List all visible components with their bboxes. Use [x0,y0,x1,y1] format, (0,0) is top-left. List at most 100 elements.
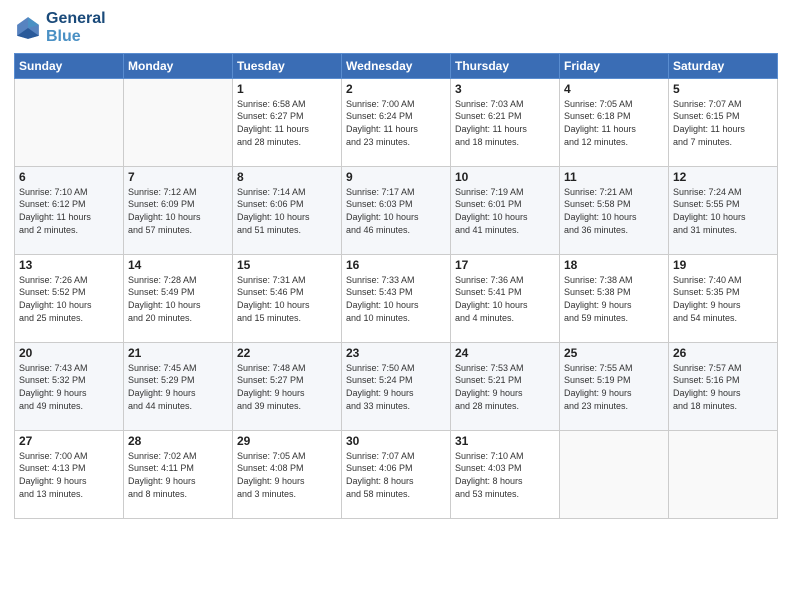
day-number: 4 [564,82,664,96]
day-number: 7 [128,170,228,184]
weekday-header-saturday: Saturday [669,53,778,78]
day-number: 27 [19,434,119,448]
day-info: Sunrise: 7:05 AM Sunset: 4:08 PM Dayligh… [237,450,337,500]
day-info: Sunrise: 7:50 AM Sunset: 5:24 PM Dayligh… [346,362,446,412]
calendar-cell [124,78,233,166]
calendar-cell: 21Sunrise: 7:45 AM Sunset: 5:29 PM Dayli… [124,342,233,430]
day-number: 6 [19,170,119,184]
day-info: Sunrise: 7:45 AM Sunset: 5:29 PM Dayligh… [128,362,228,412]
day-number: 26 [673,346,773,360]
day-info: Sunrise: 7:24 AM Sunset: 5:55 PM Dayligh… [673,186,773,236]
day-number: 1 [237,82,337,96]
calendar-cell: 7 Sunrise: 7:12 AM Sunset: 6:09 PM Daylig… [124,166,233,254]
day-info: Sunrise: 7:00 AM Sunset: 6:24 PM Dayligh… [346,98,446,148]
calendar-cell: 18Sunrise: 7:38 AM Sunset: 5:38 PM Dayli… [560,254,669,342]
calendar-cell [15,78,124,166]
day-number: 14 [128,258,228,272]
calendar-cell: 14 Sunrise: 7:28 AM Sunset: 5:49 PM Dayli… [124,254,233,342]
day-number: 24 [455,346,555,360]
day-info: Sunrise: 7:05 AM Sunset: 6:18 PM Dayligh… [564,98,664,148]
day-number: 16 [346,258,446,272]
calendar-cell: 17 Sunrise: 7:36 AM Sunset: 5:41 PM Dayli… [451,254,560,342]
day-info: Sunrise: 7:26 AM Sunset: 5:52 PM Dayligh… [19,274,119,324]
day-info: Sunrise: 7:48 AM Sunset: 5:27 PM Dayligh… [237,362,337,412]
day-number: 12 [673,170,773,184]
day-info: Sunrise: 7:55 AM Sunset: 5:19 PM Dayligh… [564,362,664,412]
day-number: 25 [564,346,664,360]
day-info: Sunrise: 7:03 AM Sunset: 6:21 PM Dayligh… [455,98,555,148]
day-number: 13 [19,258,119,272]
day-number: 5 [673,82,773,96]
day-info: Sunrise: 7:21 AM Sunset: 5:58 PM Dayligh… [564,186,664,236]
logo-icon [14,14,42,42]
day-number: 30 [346,434,446,448]
day-info: Sunrise: 7:10 AM Sunset: 6:12 PM Dayligh… [19,186,119,236]
day-info: Sunrise: 7:07 AM Sunset: 4:06 PM Dayligh… [346,450,446,500]
calendar-cell: 26 Sunrise: 7:57 AM Sunset: 5:16 PM Dayli… [669,342,778,430]
day-info: Sunrise: 7:14 AM Sunset: 6:06 PM Dayligh… [237,186,337,236]
calendar-cell: 2 Sunrise: 7:00 AM Sunset: 6:24 PM Daylig… [342,78,451,166]
day-info: Sunrise: 7:17 AM Sunset: 6:03 PM Dayligh… [346,186,446,236]
calendar-cell: 22 Sunrise: 7:48 AM Sunset: 5:27 PM Dayli… [233,342,342,430]
calendar-cell: 5Sunrise: 7:07 AM Sunset: 6:15 PM Daylig… [669,78,778,166]
weekday-header-tuesday: Tuesday [233,53,342,78]
calendar-week-1: 1Sunrise: 6:58 AM Sunset: 6:27 PM Daylig… [15,78,778,166]
header: General Blue [14,10,778,47]
calendar-cell [560,430,669,518]
day-number: 10 [455,170,555,184]
calendar-cell: 11Sunrise: 7:21 AM Sunset: 5:58 PM Dayli… [560,166,669,254]
logo-text: General Blue [46,10,106,47]
day-number: 15 [237,258,337,272]
day-info: Sunrise: 7:00 AM Sunset: 4:13 PM Dayligh… [19,450,119,500]
day-number: 2 [346,82,446,96]
day-info: Sunrise: 7:57 AM Sunset: 5:16 PM Dayligh… [673,362,773,412]
day-info: Sunrise: 7:36 AM Sunset: 5:41 PM Dayligh… [455,274,555,324]
day-number: 31 [455,434,555,448]
day-number: 20 [19,346,119,360]
calendar-cell: 10 Sunrise: 7:19 AM Sunset: 6:01 PM Dayli… [451,166,560,254]
calendar-cell: 3 Sunrise: 7:03 AM Sunset: 6:21 PM Daylig… [451,78,560,166]
logo: General Blue [14,10,106,47]
calendar-week-4: 20 Sunrise: 7:43 AM Sunset: 5:32 PM Dayli… [15,342,778,430]
calendar-cell: 23 Sunrise: 7:50 AM Sunset: 5:24 PM Dayli… [342,342,451,430]
calendar-cell: 13 Sunrise: 7:26 AM Sunset: 5:52 PM Dayli… [15,254,124,342]
day-info: Sunrise: 7:19 AM Sunset: 6:01 PM Dayligh… [455,186,555,236]
calendar-cell: 12 Sunrise: 7:24 AM Sunset: 5:55 PM Dayli… [669,166,778,254]
calendar-week-3: 13 Sunrise: 7:26 AM Sunset: 5:52 PM Dayli… [15,254,778,342]
calendar-cell: 6 Sunrise: 7:10 AM Sunset: 6:12 PM Daylig… [15,166,124,254]
day-info: Sunrise: 7:33 AM Sunset: 5:43 PM Dayligh… [346,274,446,324]
calendar-cell: 25 Sunrise: 7:55 AM Sunset: 5:19 PM Dayli… [560,342,669,430]
day-info: Sunrise: 7:12 AM Sunset: 6:09 PM Dayligh… [128,186,228,236]
calendar-cell: 9 Sunrise: 7:17 AM Sunset: 6:03 PM Daylig… [342,166,451,254]
calendar-cell: 19Sunrise: 7:40 AM Sunset: 5:35 PM Dayli… [669,254,778,342]
weekday-header-sunday: Sunday [15,53,124,78]
day-number: 28 [128,434,228,448]
calendar-cell [669,430,778,518]
day-info: Sunrise: 7:28 AM Sunset: 5:49 PM Dayligh… [128,274,228,324]
calendar-cell: 29 Sunrise: 7:05 AM Sunset: 4:08 PM Dayli… [233,430,342,518]
day-number: 29 [237,434,337,448]
day-info: Sunrise: 7:02 AM Sunset: 4:11 PM Dayligh… [128,450,228,500]
day-number: 23 [346,346,446,360]
day-info: Sunrise: 7:31 AM Sunset: 5:46 PM Dayligh… [237,274,337,324]
day-number: 9 [346,170,446,184]
calendar-cell: 4 Sunrise: 7:05 AM Sunset: 6:18 PM Daylig… [560,78,669,166]
calendar-cell: 27 Sunrise: 7:00 AM Sunset: 4:13 PM Dayli… [15,430,124,518]
day-number: 17 [455,258,555,272]
calendar-cell: 31 Sunrise: 7:10 AM Sunset: 4:03 PM Dayli… [451,430,560,518]
calendar-cell: 8 Sunrise: 7:14 AM Sunset: 6:06 PM Daylig… [233,166,342,254]
page-container: General Blue SundayMondayTuesdayWednesda… [0,0,792,527]
day-number: 22 [237,346,337,360]
day-info: Sunrise: 7:10 AM Sunset: 4:03 PM Dayligh… [455,450,555,500]
calendar-table: SundayMondayTuesdayWednesdayThursdayFrid… [14,53,778,519]
weekday-header-friday: Friday [560,53,669,78]
calendar-cell: 30 Sunrise: 7:07 AM Sunset: 4:06 PM Dayli… [342,430,451,518]
calendar-cell: 1Sunrise: 6:58 AM Sunset: 6:27 PM Daylig… [233,78,342,166]
day-number: 3 [455,82,555,96]
calendar-cell: 15 Sunrise: 7:31 AM Sunset: 5:46 PM Dayli… [233,254,342,342]
calendar-cell: 24Sunrise: 7:53 AM Sunset: 5:21 PM Dayli… [451,342,560,430]
day-number: 18 [564,258,664,272]
calendar-cell: 20 Sunrise: 7:43 AM Sunset: 5:32 PM Dayli… [15,342,124,430]
day-info: Sunrise: 7:43 AM Sunset: 5:32 PM Dayligh… [19,362,119,412]
day-number: 8 [237,170,337,184]
